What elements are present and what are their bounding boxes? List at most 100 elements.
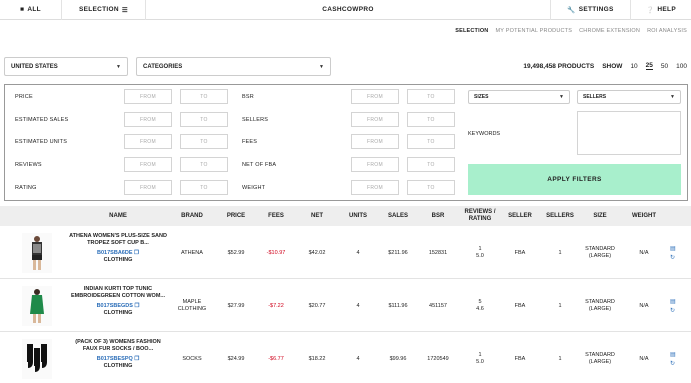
product-name-cell: INDIAN KURTI TOP TUNIC EMBROIDEGREEN COT… (68, 286, 168, 317)
rating-to-input[interactable]: TO (180, 180, 228, 195)
brand-cell: MAPLE CLOTHING (177, 299, 207, 312)
bsr-cell: 152831 (428, 249, 448, 256)
subnav-selection[interactable]: SELECTION (455, 28, 488, 34)
nav-help[interactable]: ❔ HELP (631, 0, 691, 20)
subnav-chrome-extension[interactable]: CHROME EXTENSION (579, 28, 640, 34)
refresh-icon[interactable]: ↻ (670, 360, 680, 367)
size-cell: STANDARD (LARGE) (585, 352, 615, 365)
product-image[interactable] (22, 233, 52, 273)
product-name[interactable]: INDIAN KURTI TOP TUNIC EMBROIDEGREEN COT… (68, 286, 168, 300)
product-name[interactable]: (PACK OF 3) WOMENS FASHION FAUX FUR SOCK… (68, 339, 168, 353)
rating-from-input[interactable]: FROM (124, 180, 172, 195)
sellers-select-value: SELLERS (583, 94, 607, 100)
bsr-from-input[interactable]: FROM (351, 89, 399, 104)
nav-help-label: HELP (657, 6, 676, 13)
sellers-cell: 1 (558, 355, 562, 362)
col-brand[interactable]: BRAND (172, 206, 212, 226)
reviews-from-input[interactable]: FROM (124, 157, 172, 172)
categories-select[interactable]: CATEGORIES ▼ (136, 57, 331, 76)
product-asin-link[interactable]: B017SBA6DE ❐ (68, 250, 168, 257)
sales-to-input[interactable]: TO (180, 112, 228, 127)
price-from-input[interactable]: FROM (124, 89, 172, 104)
weight-to-input[interactable]: TO (407, 180, 455, 195)
table-row: INDIAN KURTI TOP TUNIC EMBROIDEGREEN COT… (0, 280, 691, 332)
product-category: CLOTHING (103, 257, 133, 263)
weight-cell: N/A (639, 249, 649, 256)
size-cell: STANDARD (LARGE) (585, 246, 615, 259)
filter-panel: PRICE FROM TO BSR FROM TO SIZES ▼ SELLER… (4, 84, 688, 201)
col-fees[interactable]: FEES (258, 206, 294, 226)
sizes-select[interactable]: SIZES ▼ (468, 90, 570, 104)
filter-label-sellers: SELLERS (242, 117, 269, 123)
nav-all[interactable]: ■ ALL (0, 0, 62, 20)
brand-cell: ATHENA (181, 249, 203, 256)
product-image[interactable] (22, 339, 52, 379)
col-sellers[interactable]: SELLERS (542, 206, 578, 226)
col-net[interactable]: NET (298, 206, 336, 226)
sales-from-input[interactable]: FROM (124, 112, 172, 127)
country-select[interactable]: UNITED STATES ▼ (4, 57, 128, 76)
product-asin-link[interactable]: B017SBEGDS ❐ (68, 303, 168, 310)
show-option-10[interactable]: 10 (630, 63, 637, 70)
show-option-50[interactable]: 50 (661, 63, 668, 70)
filter-label-estimated-sales: ESTIMATED SALES (15, 117, 69, 123)
categories-select-value: CATEGORIES (143, 63, 183, 70)
keywords-input[interactable] (577, 111, 681, 155)
units-cell: 4 (356, 302, 360, 309)
save-icon[interactable]: ▤ (670, 245, 680, 252)
sellers-from-input[interactable]: FROM (351, 112, 399, 127)
size-cell: STANDARD (LARGE) (585, 299, 615, 312)
row-actions: ▤ ↻ (670, 245, 680, 261)
col-reviews-rating[interactable]: REVIEWS / RATING (458, 206, 502, 226)
question-icon: ❔ (646, 6, 655, 14)
caret-down-icon: ▼ (559, 94, 564, 100)
net-from-input[interactable]: FROM (351, 157, 399, 172)
col-units[interactable]: UNITS (342, 206, 374, 226)
col-bsr[interactable]: BSR (420, 206, 456, 226)
menu-icon: ☰ (121, 6, 129, 14)
asin-text: B017SBESPQ (96, 356, 133, 362)
reviews-to-input[interactable]: TO (180, 157, 228, 172)
app-title-label: CASHCOWPRO (322, 6, 374, 13)
fees-from-input[interactable]: FROM (351, 134, 399, 149)
units-to-input[interactable]: TO (180, 134, 228, 149)
col-price[interactable]: PRICE (218, 206, 254, 226)
refresh-icon[interactable]: ↻ (670, 307, 680, 314)
sellers-to-input[interactable]: TO (407, 112, 455, 127)
subnav-my-potential-products[interactable]: MY POTENTIAL PRODUCTS (495, 28, 572, 34)
units-from-input[interactable]: FROM (124, 134, 172, 149)
col-name[interactable]: NAME (68, 206, 168, 226)
product-image[interactable] (22, 286, 52, 326)
refresh-icon[interactable]: ↻ (670, 254, 680, 261)
col-size[interactable]: SIZE (580, 206, 620, 226)
nav-settings[interactable]: 🔧 SETTINGS (551, 0, 631, 20)
apply-filters-button[interactable]: APPLY FILTERS (468, 164, 681, 195)
show-option-100[interactable]: 100 (676, 63, 687, 70)
weight-from-input[interactable]: FROM (351, 180, 399, 195)
product-name[interactable]: ATHENA WOMEN'S PLUS-SIZE SAND TROPEZ SOF… (68, 233, 168, 247)
bsr-to-input[interactable]: TO (407, 89, 455, 104)
nav-selection[interactable]: SELECTION ☰ (62, 0, 146, 20)
col-weight[interactable]: WEIGHT (624, 206, 664, 226)
row-actions: ▤ ↻ (670, 351, 680, 367)
net-to-input[interactable]: TO (407, 157, 455, 172)
col-sales[interactable]: SALES (379, 206, 417, 226)
col-seller[interactable]: SELLER (503, 206, 537, 226)
caret-down-icon: ▼ (116, 63, 121, 70)
fees-cell: -$10.97 (266, 249, 286, 256)
product-asin-link[interactable]: B017SBESPQ ❐ (68, 356, 168, 363)
save-icon[interactable]: ▤ (670, 298, 680, 305)
filter-label-bsr: BSR (242, 94, 254, 100)
fees-to-input[interactable]: TO (407, 134, 455, 149)
show-option-25[interactable]: 25 (645, 62, 653, 70)
sellers-select[interactable]: SELLERS ▼ (577, 90, 681, 104)
results-bar: 19,498,458 PRODUCTS SHOW 10 25 50 100 (523, 62, 687, 70)
reviews-value: 1 (478, 246, 482, 252)
subnav-roi-analysis[interactable]: ROI ANALYSIS (647, 28, 687, 34)
price-to-input[interactable]: TO (180, 89, 228, 104)
save-icon[interactable]: ▤ (670, 351, 680, 358)
row-actions: ▤ ↻ (670, 298, 680, 314)
seller-cell: FBA (514, 355, 526, 362)
units-cell: 4 (356, 249, 360, 256)
seller-cell: FBA (514, 302, 526, 309)
